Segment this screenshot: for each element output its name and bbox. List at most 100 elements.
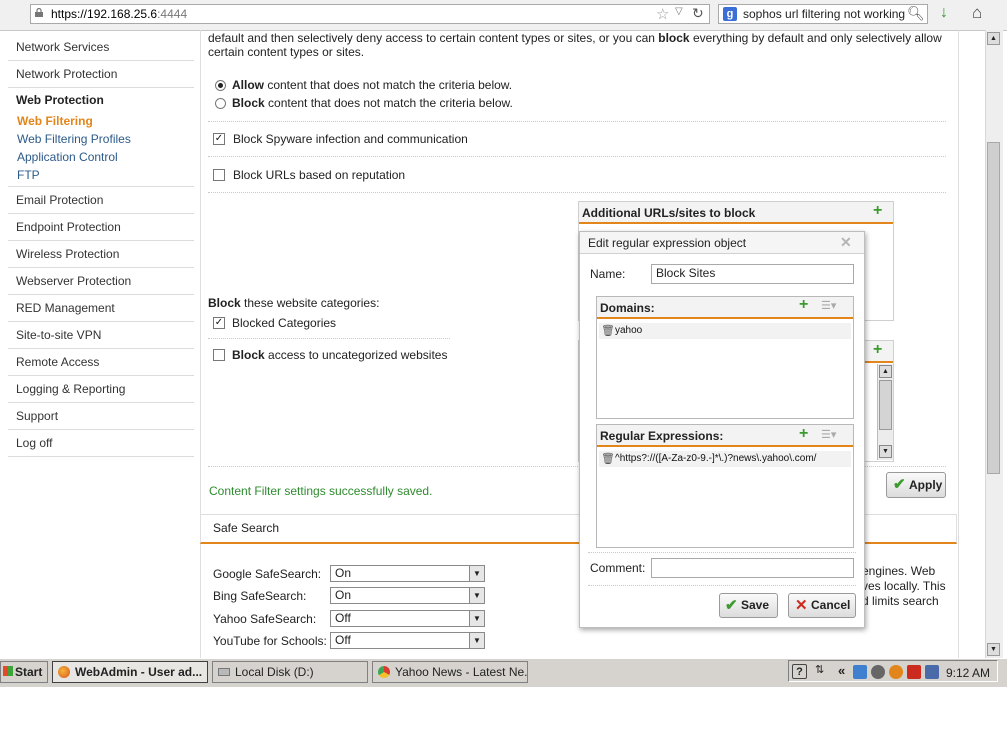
- sidebar-item-web-protection[interactable]: Web Protection: [8, 88, 194, 112]
- browser-search-input[interactable]: sophos url filtering not working: [718, 4, 928, 24]
- taskbar-item-webadmin[interactable]: WebAdmin - User ad...: [52, 661, 208, 683]
- tray-app-icon[interactable]: [925, 665, 939, 679]
- bookmark-star-icon[interactable]: ☆: [656, 5, 669, 23]
- tray-app-icon[interactable]: [853, 665, 867, 679]
- edit-regex-dialog: Edit regular expression object ✕ Name: B…: [579, 231, 865, 628]
- start-button[interactable]: Start: [0, 661, 48, 683]
- allow-radio[interactable]: [215, 80, 226, 91]
- sidebar-item-support[interactable]: Support: [8, 403, 194, 430]
- taskbar-item-label: Yahoo News - Latest Ne...: [395, 665, 528, 679]
- reputation-label: Block URLs based on reputation: [233, 168, 406, 182]
- reputation-checkbox[interactable]: [213, 169, 225, 181]
- panel-scrollbar[interactable]: ▲ ▼: [877, 364, 893, 460]
- youtube-schools-label: YouTube for Schools:: [213, 634, 327, 648]
- scroll-up-icon[interactable]: ▲: [987, 32, 1000, 45]
- cross-icon: ✕: [795, 597, 808, 614]
- checkmark-icon: ✔: [725, 597, 738, 614]
- list-item[interactable]: 🗑︎ ^https?://([A-Za-z0-9.-]*\.)?news\.ya…: [599, 451, 851, 467]
- intro-text-part: everything by default and only selective…: [689, 31, 942, 45]
- chevron-down-icon[interactable]: ▼: [469, 633, 484, 648]
- add-domain-icon[interactable]: +: [799, 296, 808, 314]
- list-item[interactable]: 🗑︎ yahoo: [599, 323, 851, 339]
- spyware-label: Block Spyware infection and communicatio…: [233, 132, 468, 146]
- list-menu-icon[interactable]: ☰▾: [821, 299, 836, 312]
- save-button[interactable]: ✔ Save: [719, 593, 778, 618]
- sidebar-item-network-services[interactable]: Network Services: [8, 34, 194, 61]
- google-safesearch-select[interactable]: On ▼: [330, 565, 485, 582]
- chevron-down-icon[interactable]: ▼: [469, 566, 484, 581]
- google-logo-icon[interactable]: g: [723, 7, 737, 21]
- sidebar-subitem-web-filtering[interactable]: Web Filtering: [8, 112, 194, 130]
- sidebar-item-remote-access[interactable]: Remote Access: [8, 349, 194, 376]
- scroll-up-icon[interactable]: ▲: [879, 365, 892, 378]
- address-bar[interactable]: https://192.168.25.6:4444: [30, 4, 710, 24]
- sidebar-item-logging-reporting[interactable]: Logging & Reporting: [8, 376, 194, 403]
- tray-expand-icon[interactable]: «: [838, 663, 845, 678]
- history-dropdown-icon[interactable]: ▽: [675, 6, 683, 17]
- panel-scrollbar-thumb[interactable]: [879, 380, 892, 430]
- network-icon[interactable]: ⇅: [815, 663, 824, 676]
- domains-title: Domains:: [600, 301, 655, 315]
- blocked-categories-checkbox[interactable]: ✓: [213, 317, 225, 329]
- tray-app-icon[interactable]: [907, 665, 921, 679]
- regex-title: Regular Expressions:: [600, 429, 724, 443]
- scroll-down-icon[interactable]: ▼: [879, 445, 892, 458]
- page-scrollbar-thumb[interactable]: [987, 142, 1000, 474]
- save-button-label: Save: [741, 598, 770, 612]
- sidebar-item-email-protection[interactable]: Email Protection: [8, 187, 194, 214]
- sidebar-subitem-web-filtering-profiles[interactable]: Web Filtering Profiles: [8, 130, 194, 148]
- download-arrow-icon[interactable]: ↓: [940, 4, 948, 22]
- add-exception-icon[interactable]: +: [873, 341, 882, 359]
- trash-icon[interactable]: 🗑︎: [601, 324, 615, 337]
- divider: [588, 585, 856, 586]
- chevron-down-icon[interactable]: ▼: [469, 611, 484, 626]
- add-url-icon[interactable]: +: [873, 202, 882, 220]
- search-text: sophos url filtering not working: [743, 7, 906, 21]
- scroll-down-icon[interactable]: ▼: [987, 643, 1000, 656]
- tray-app-icon[interactable]: [889, 665, 903, 679]
- cancel-button[interactable]: ✕ Cancel: [788, 593, 856, 618]
- help-icon[interactable]: ?: [792, 664, 807, 679]
- sidebar-subitem-ftp[interactable]: FTP: [8, 166, 194, 184]
- sidebar-item-label: Log off: [16, 436, 53, 450]
- name-input[interactable]: Block Sites: [651, 264, 854, 284]
- sidebar-item-network-protection[interactable]: Network Protection: [8, 61, 194, 88]
- sidebar-item-log-off[interactable]: Log off: [8, 430, 194, 457]
- yahoo-safesearch-select[interactable]: Off ▼: [330, 610, 485, 627]
- chevron-down-icon[interactable]: ▼: [469, 588, 484, 603]
- comment-input[interactable]: [651, 558, 854, 578]
- sidebar-item-endpoint-protection[interactable]: Endpoint Protection: [8, 214, 194, 241]
- sidebar-item-webserver-protection[interactable]: Webserver Protection: [8, 268, 194, 295]
- reload-icon[interactable]: ↻: [692, 5, 704, 22]
- block-radio[interactable]: [215, 98, 226, 109]
- comment-label: Comment:: [590, 561, 646, 575]
- taskbar-item-yahoo-news[interactable]: Yahoo News - Latest Ne...: [372, 661, 528, 683]
- search-icon[interactable]: 🔍︎: [907, 5, 925, 22]
- sidebar-item-wireless-protection[interactable]: Wireless Protection: [8, 241, 194, 268]
- sidebar-subitem-application-control[interactable]: Application Control: [8, 148, 194, 166]
- trash-icon[interactable]: 🗑︎: [601, 452, 615, 465]
- spyware-checkbox[interactable]: ✓: [213, 133, 225, 145]
- apply-button-label: Apply: [909, 478, 943, 492]
- home-icon[interactable]: ⌂: [972, 3, 982, 23]
- list-menu-icon[interactable]: ☰▾: [821, 428, 836, 441]
- bing-safesearch-select[interactable]: On ▼: [330, 587, 485, 604]
- block-label-bold: Block: [232, 96, 265, 110]
- add-regex-icon[interactable]: +: [799, 425, 808, 443]
- uncategorized-checkbox[interactable]: [213, 349, 225, 361]
- close-icon[interactable]: ✕: [840, 234, 852, 251]
- intro-text-line2: certain content types or sites.: [208, 45, 365, 59]
- select-value: Off: [335, 633, 351, 647]
- youtube-schools-select[interactable]: Off ▼: [330, 632, 485, 649]
- domains-box: Domains: 🗑︎ yahoo: [596, 296, 854, 419]
- name-input-value: Block Sites: [656, 266, 716, 280]
- divider: [208, 121, 946, 122]
- taskbar-item-label: WebAdmin - User ad...: [75, 665, 203, 679]
- bing-safesearch-label: Bing SafeSearch:: [213, 589, 307, 603]
- firefox-icon: [58, 666, 70, 678]
- taskbar-item-local-disk[interactable]: Local Disk (D:): [212, 661, 368, 683]
- sidebar-item-site-to-site-vpn[interactable]: Site-to-site VPN: [8, 322, 194, 349]
- apply-button[interactable]: ✔ Apply: [886, 472, 946, 498]
- sidebar-item-red-management[interactable]: RED Management: [8, 295, 194, 322]
- tray-app-icon[interactable]: [871, 665, 885, 679]
